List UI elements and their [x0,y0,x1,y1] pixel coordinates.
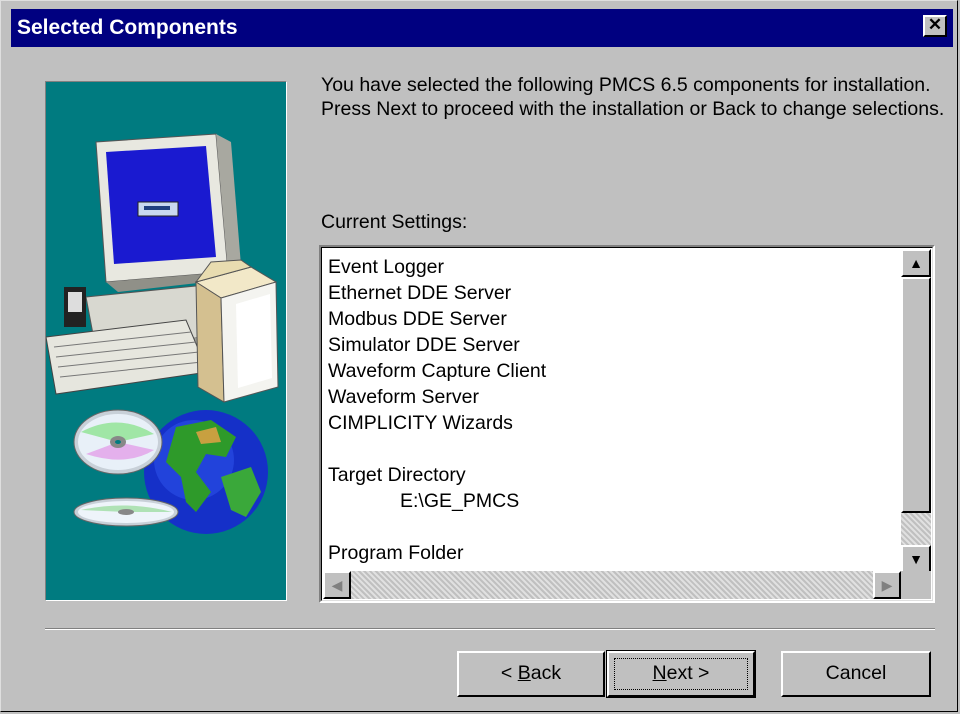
selected-components-dialog: Selected Components ✕ You have selected … [0,0,958,712]
button-separator [45,628,935,630]
focus-rect [614,658,748,690]
scroll-up-button[interactable]: ▲ [901,249,931,277]
scroll-right-button[interactable]: ▶ [873,571,901,599]
scrollbar-corner [901,571,931,599]
scroll-down-button[interactable]: ▼ [901,545,931,573]
component-item: Event Logger [328,256,445,278]
close-button[interactable]: ✕ [923,15,947,37]
back-prefix: < [500,662,518,684]
target-directory-value: E:\GE_PMCS [400,490,520,512]
current-settings-listbox[interactable]: Event Logger Ethernet DDE Server Modbus … [319,245,935,603]
component-item: Waveform Server [328,386,479,408]
component-item: CIMPLICITY Wizards [328,412,513,434]
cancel-button[interactable]: Cancel [781,651,931,697]
component-item: Ethernet DDE Server [328,282,512,304]
horizontal-scrollbar[interactable]: ◀ ▶ [323,571,901,599]
close-icon: ✕ [927,15,943,34]
vertical-scroll-thumb[interactable] [901,277,931,513]
triangle-up-icon: ▲ [909,255,923,271]
component-item: Waveform Capture Client [328,360,547,382]
component-item: Simulator DDE Server [328,334,520,356]
wizard-illustration [45,81,287,601]
current-settings-label: Current Settings: [321,211,468,233]
triangle-left-icon: ◀ [331,577,343,593]
title-bar[interactable]: Selected Components ✕ [11,9,953,47]
component-item: Modbus DDE Server [328,308,507,330]
back-accel: B [517,662,531,684]
triangle-down-icon: ▼ [909,551,923,567]
next-button[interactable]: Next > [606,650,756,698]
back-label: < Back [501,662,561,684]
target-directory-label: Target Directory [328,464,466,486]
software-box-icon [194,259,279,403]
back-button[interactable]: < Back [457,651,605,697]
illustration-svg [46,133,279,534]
vertical-scrollbar[interactable]: ▲ ▼ [901,249,931,573]
listbox-frame: Event Logger Ethernet DDE Server Modbus … [321,247,933,601]
intro-text: You have selected the following PMCS 6.5… [321,74,945,120]
settings-list: Event Logger Ethernet DDE Server Modbus … [328,254,898,568]
window-title: Selected Components [17,16,238,39]
program-folder-label: Program Folder [328,542,464,564]
triangle-right-icon: ▶ [881,577,893,593]
scroll-left-button[interactable]: ◀ [323,571,351,599]
back-rest: ack [530,662,562,684]
